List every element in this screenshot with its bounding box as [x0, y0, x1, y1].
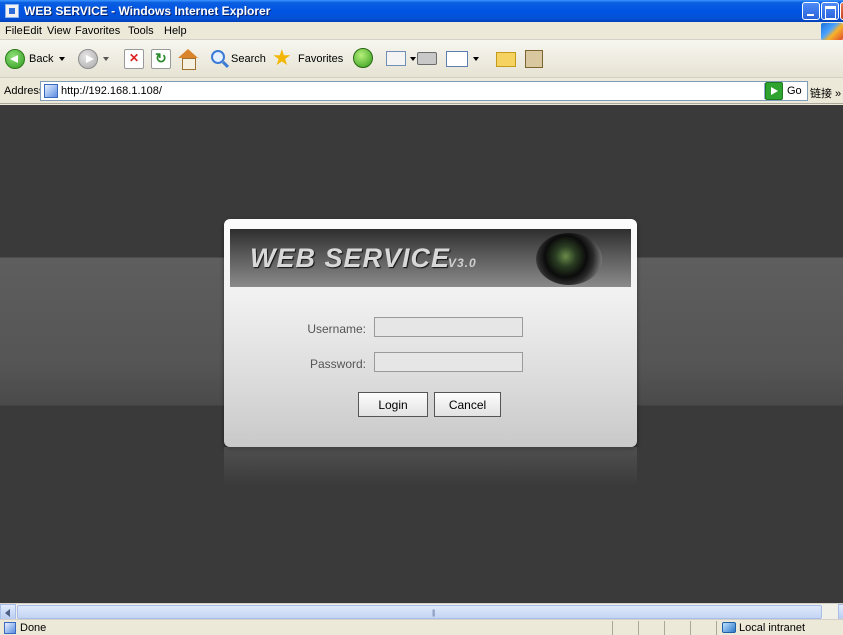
scrollbar-grip: |||	[432, 610, 436, 617]
back-button[interactable]: Back	[3, 47, 71, 71]
menu-bar: File Edit View Favorites Tools Help	[0, 22, 843, 40]
ie-app-icon	[5, 4, 19, 18]
browser-window: WEB SERVICE - Windows Internet Explorer …	[0, 0, 843, 635]
search-label: Search	[231, 53, 266, 65]
folder-icon	[496, 52, 516, 67]
address-label: Address	[4, 85, 45, 97]
print-icon	[417, 52, 437, 65]
mail-icon	[386, 51, 406, 66]
security-zone: Local intranet	[739, 622, 806, 634]
folder-button[interactable]	[496, 47, 518, 71]
back-label: Back	[29, 53, 54, 65]
address-bar: Address http://192.168.1.108/ Go 链接 »	[0, 78, 843, 104]
research-icon	[525, 50, 543, 68]
scroll-right-icon[interactable]	[838, 604, 843, 620]
cancel-button[interactable]: Cancel	[434, 392, 501, 417]
username-label: Username:	[307, 322, 366, 336]
toolbar: Back Search ★ Favorites	[0, 40, 843, 78]
links-button[interactable]: 链接 »	[810, 85, 841, 101]
menu-help[interactable]: Help	[164, 25, 187, 37]
forward-button[interactable]	[78, 47, 112, 71]
menu-edit[interactable]: Edit	[23, 25, 42, 37]
login-panel: WEB SERVICE V3.0 Username: Password: Log…	[224, 219, 637, 447]
menu-tools[interactable]: Tools	[128, 25, 154, 37]
forward-icon	[78, 49, 98, 69]
horizontal-scrollbar[interactable]: |||	[0, 603, 843, 620]
window-title: WEB SERVICE - Windows Internet Explorer	[24, 4, 271, 18]
go-arrow-icon[interactable]	[765, 82, 783, 100]
menu-view[interactable]: View	[47, 25, 71, 37]
minimize-button[interactable]	[802, 2, 820, 20]
print-button[interactable]	[416, 47, 438, 71]
status-divider	[690, 621, 691, 635]
page-icon	[44, 84, 58, 98]
back-icon	[5, 49, 25, 69]
scrollbar-thumb[interactable]: |||	[17, 605, 822, 619]
address-url[interactable]: http://192.168.1.108/	[61, 85, 162, 97]
edit-dropdown-icon[interactable]	[473, 57, 479, 61]
status-divider	[716, 621, 717, 635]
mail-button[interactable]	[386, 47, 420, 71]
stop-icon[interactable]	[124, 49, 144, 69]
status-divider	[612, 621, 613, 635]
forward-dropdown-icon[interactable]	[103, 57, 109, 61]
media-icon	[353, 48, 373, 68]
password-input[interactable]	[374, 352, 523, 372]
maximize-button[interactable]	[821, 2, 839, 20]
username-input[interactable]	[374, 317, 523, 337]
page-content: WEB SERVICE V3.0 Username: Password: Log…	[0, 105, 843, 603]
back-dropdown-icon[interactable]	[59, 57, 65, 61]
search-icon	[211, 50, 225, 64]
version-label: V3.0	[448, 256, 477, 270]
favorites-button[interactable]: ★ Favorites	[272, 47, 346, 71]
address-field[interactable]: http://192.168.1.108/	[40, 81, 808, 101]
research-button[interactable]	[524, 47, 546, 71]
status-bar: Done Local intranet	[0, 619, 843, 635]
status-divider	[638, 621, 639, 635]
panel-reflection	[224, 447, 637, 487]
refresh-icon[interactable]	[151, 49, 171, 69]
status-text: Done	[20, 622, 47, 634]
go-button[interactable]: Go	[787, 85, 802, 97]
web-service-banner: WEB SERVICE V3.0	[230, 229, 631, 287]
menu-file[interactable]: File	[5, 25, 23, 37]
favorites-label: Favorites	[298, 53, 344, 65]
favorites-star-icon: ★	[272, 45, 292, 70]
scroll-left-icon[interactable]	[0, 604, 16, 620]
menu-favorites[interactable]: Favorites	[75, 25, 120, 37]
media-button[interactable]	[353, 47, 375, 71]
edit-icon	[446, 51, 468, 67]
local-intranet-icon	[722, 622, 736, 633]
edit-button[interactable]	[446, 47, 482, 71]
status-divider	[664, 621, 665, 635]
home-icon[interactable]	[177, 47, 199, 71]
camera-lens-icon	[536, 233, 602, 285]
title-bar[interactable]: WEB SERVICE - Windows Internet Explorer	[0, 0, 843, 22]
password-label: Password:	[309, 357, 366, 371]
search-button[interactable]: Search	[209, 47, 266, 71]
login-button[interactable]: Login	[358, 392, 428, 417]
page-done-icon	[4, 622, 16, 634]
windows-logo-icon	[821, 23, 843, 40]
brand-title: WEB SERVICE	[250, 243, 451, 273]
